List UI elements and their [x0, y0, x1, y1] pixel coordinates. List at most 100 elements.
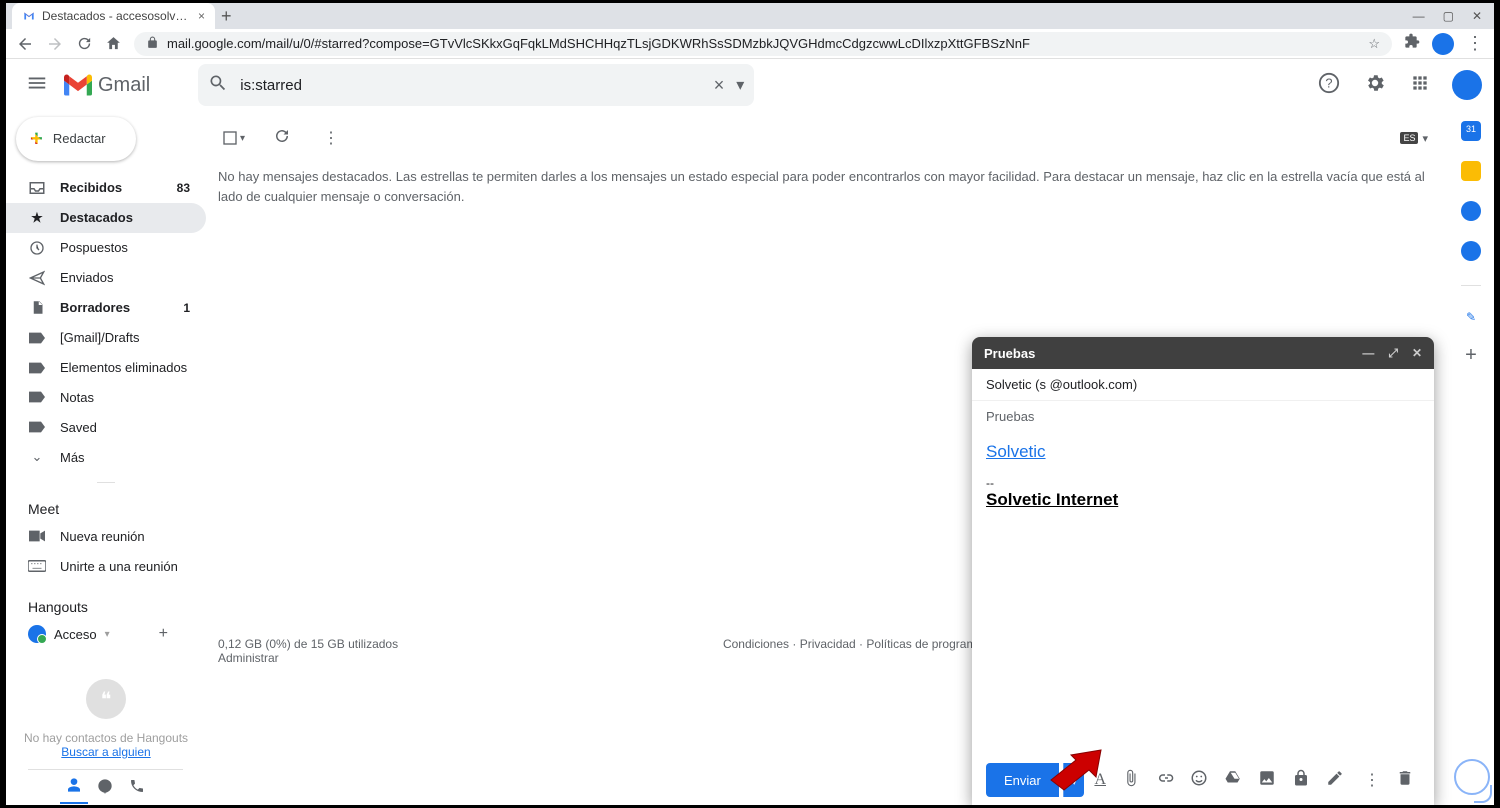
- window-close-icon[interactable]: ✕: [1472, 9, 1482, 23]
- search-options-icon[interactable]: ▾: [736, 75, 744, 95]
- compose-title: Pruebas: [984, 346, 1035, 361]
- insert-photo-icon[interactable]: [1252, 763, 1282, 798]
- gmail-logo-text: Gmail: [98, 74, 150, 97]
- hangouts-find-link[interactable]: Buscar a alguien: [16, 745, 196, 759]
- calendar-addon-icon[interactable]: [1461, 121, 1481, 141]
- search-icon[interactable]: [208, 73, 228, 98]
- new-tab-button[interactable]: +: [221, 6, 232, 27]
- hangouts-user-row[interactable]: Acceso ▾ +: [6, 619, 206, 649]
- search-clear-icon[interactable]: ×: [714, 75, 725, 96]
- compose-subject-field[interactable]: Pruebas: [972, 401, 1434, 432]
- window-maximize-icon[interactable]: ▢: [1443, 9, 1454, 23]
- compose-header[interactable]: Pruebas — ⤢ ✕: [972, 337, 1434, 369]
- gmail-logo[interactable]: Gmail: [64, 74, 190, 97]
- extensions-icon[interactable]: [1404, 33, 1420, 54]
- attach-file-icon[interactable]: [1116, 763, 1146, 798]
- tab-title: Destacados - accesosolvetic1@g: [42, 9, 192, 23]
- terms-link[interactable]: Condiciones: [723, 637, 789, 651]
- search-input[interactable]: [240, 77, 701, 94]
- insert-drive-icon[interactable]: [1218, 763, 1248, 798]
- sidebar-item-gmail-drafts[interactable]: [Gmail]/Drafts: [6, 323, 206, 353]
- sidebar-item-starred[interactable]: ★Destacados: [6, 203, 206, 233]
- select-all-checkbox[interactable]: ▾: [218, 126, 249, 150]
- tasks-addon-icon[interactable]: [1461, 201, 1481, 221]
- url-field[interactable]: mail.google.com/mail/u/0/#starred?compos…: [134, 32, 1392, 56]
- bookmark-star-icon[interactable]: ☆: [1368, 36, 1380, 52]
- main-menu-icon[interactable]: [18, 64, 56, 107]
- footer-tab-contacts[interactable]: [60, 771, 88, 804]
- formatting-icon[interactable]: A: [1088, 765, 1112, 795]
- compose-body[interactable]: Solvetic -- Solvetic Internet: [972, 432, 1434, 755]
- label-icon: [28, 362, 46, 374]
- sidebar-item-inbox[interactable]: Recibidos83: [6, 173, 206, 203]
- clock-icon: [28, 240, 46, 256]
- get-addons-icon[interactable]: +: [1465, 344, 1477, 367]
- meet-new-meeting[interactable]: Nueva reunión: [6, 521, 206, 551]
- profile-avatar-chrome[interactable]: [1432, 33, 1454, 55]
- search-box[interactable]: × ▾: [198, 64, 754, 106]
- user-dropdown-icon: ▾: [105, 629, 110, 640]
- compose-minimize-icon[interactable]: —: [1362, 346, 1374, 361]
- settings-gear-icon[interactable]: [1356, 64, 1394, 107]
- file-icon: [28, 300, 46, 315]
- sidebar-item-drafts[interactable]: Borradores1: [6, 293, 206, 323]
- manage-storage-link[interactable]: Administrar: [218, 651, 398, 665]
- send-button[interactable]: Enviar: [986, 763, 1059, 797]
- compose-to-field[interactable]: Solvetic (s @outlook.com): [972, 369, 1434, 401]
- video-icon: [28, 530, 46, 542]
- forward-button[interactable]: [46, 35, 64, 53]
- sidebar-item-snoozed[interactable]: Pospuestos: [6, 233, 206, 263]
- sidebar-item-more[interactable]: ⌄Más: [6, 442, 206, 472]
- compose-fullscreen-icon[interactable]: ⤢: [1388, 346, 1398, 361]
- browser-address-bar: mail.google.com/mail/u/0/#starred?compos…: [6, 29, 1494, 59]
- support-icon[interactable]: ?: [1310, 64, 1348, 107]
- insert-emoji-icon[interactable]: [1184, 763, 1214, 798]
- sidebar-item-notes[interactable]: Notas: [6, 382, 206, 412]
- add-contact-icon[interactable]: +: [159, 625, 168, 643]
- sidebar-item-sent[interactable]: Enviados: [6, 263, 206, 293]
- footer-tab-hangouts[interactable]: [91, 772, 119, 803]
- contacts-addon-icon[interactable]: [1461, 241, 1481, 261]
- window-controls: — ▢ ✕: [1413, 9, 1494, 23]
- sidebar: + Redactar Recibidos83 ★Destacados Pospu…: [6, 111, 206, 805]
- inbox-icon: [28, 179, 46, 197]
- more-actions-icon[interactable]: ⋮: [315, 120, 347, 156]
- program-policies-link[interactable]: Políticas de programa: [866, 637, 983, 651]
- meet-join-meeting[interactable]: Unirte a una reunión: [6, 551, 206, 581]
- discard-draft-icon[interactable]: [1390, 763, 1420, 798]
- insert-signature-icon[interactable]: [1320, 763, 1350, 798]
- label-icon: [28, 332, 46, 344]
- home-button[interactable]: [105, 35, 122, 52]
- back-button[interactable]: [16, 35, 34, 53]
- apps-grid-icon[interactable]: [1402, 65, 1438, 106]
- reload-button[interactable]: [76, 35, 93, 52]
- chrome-menu-icon[interactable]: ⋮: [1466, 33, 1484, 54]
- browser-tab-active[interactable]: Destacados - accesosolvetic1@g ×: [12, 3, 215, 29]
- svg-text:?: ?: [1325, 75, 1332, 90]
- privacy-link[interactable]: Privacidad: [800, 637, 856, 651]
- send-options-dropdown[interactable]: ▾: [1063, 763, 1085, 797]
- compose-button[interactable]: + Redactar: [16, 117, 136, 161]
- chevron-down-icon: ⌄: [28, 449, 46, 465]
- footer-tab-phone[interactable]: [123, 772, 151, 803]
- gmail-header: Gmail × ▾ ?: [6, 59, 1494, 111]
- keep-addon-icon[interactable]: [1461, 161, 1481, 181]
- url-text: mail.google.com/mail/u/0/#starred?compos…: [167, 36, 1360, 51]
- sidebar-item-saved[interactable]: Saved: [6, 412, 206, 442]
- confidential-mode-icon[interactable]: [1286, 763, 1316, 798]
- compose-label: Redactar: [53, 131, 106, 146]
- account-avatar[interactable]: [1452, 70, 1482, 100]
- gmail-favicon: [22, 9, 36, 23]
- tab-close-icon[interactable]: ×: [198, 9, 205, 23]
- refresh-icon[interactable]: [265, 119, 299, 158]
- compose-close-icon[interactable]: ✕: [1412, 346, 1422, 361]
- browser-tab-strip: Destacados - accesosolvetic1@g × + — ▢ ✕: [6, 3, 1494, 29]
- label-icon: [28, 421, 46, 433]
- insert-link-icon[interactable]: [1150, 763, 1180, 798]
- sidebar-item-deleted[interactable]: Elementos eliminados: [6, 353, 206, 383]
- compose-body-link[interactable]: Solvetic: [986, 442, 1046, 461]
- rail-pencil-icon[interactable]: ✎: [1464, 310, 1478, 324]
- more-options-icon[interactable]: ⋮: [1358, 764, 1386, 796]
- window-minimize-icon[interactable]: —: [1413, 9, 1425, 23]
- input-method-toggle[interactable]: ES ▾: [1400, 132, 1428, 145]
